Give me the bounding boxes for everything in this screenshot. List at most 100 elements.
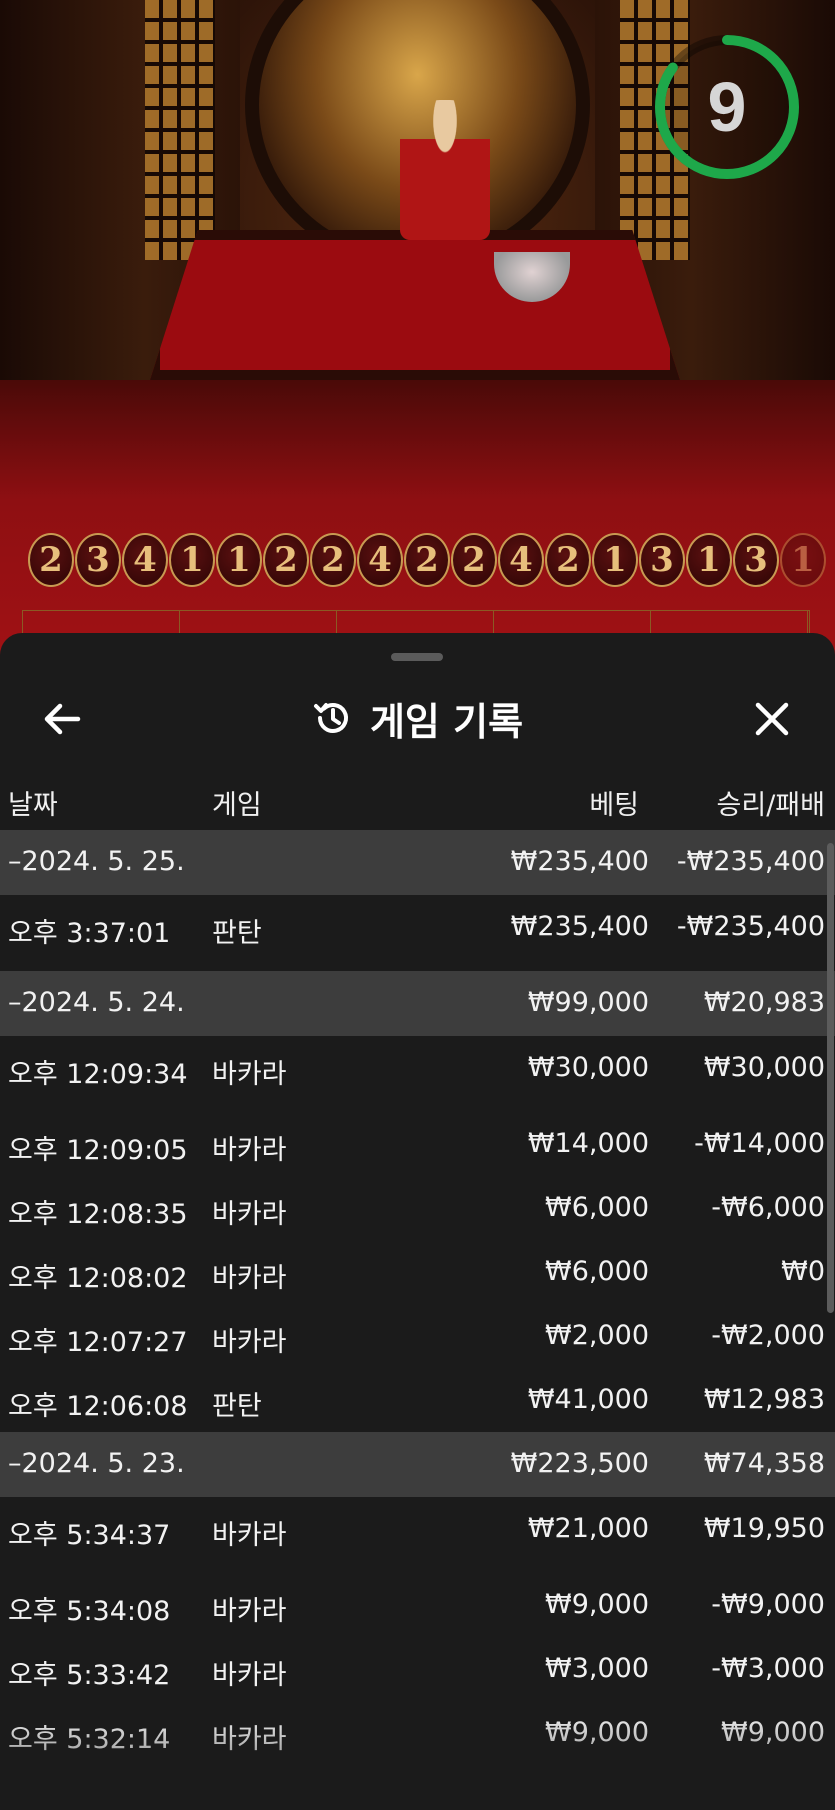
history-row[interactable]: 오후 12:07:27 바카라 ₩2,000 -₩2,000 (0, 1304, 835, 1368)
road-ball: 2 (451, 533, 497, 587)
cell-bet: ₩21,000 (527, 1513, 649, 1544)
cell-bet: ₩9,000 (545, 1717, 649, 1748)
cell-result: ₩0 (781, 1256, 825, 1287)
cell-game: 판탄 (212, 918, 262, 949)
cell-result: ₩20,983 (703, 987, 825, 1018)
column-bet: 베팅 (589, 790, 639, 821)
road-ball: 2 (28, 533, 74, 587)
cell-result: ₩19,950 (703, 1513, 825, 1544)
cell-date: 오후 5:34:37 (8, 1520, 171, 1551)
cell-game: 바카라 (212, 1660, 287, 1691)
cell-result: ₩9,000 (721, 1717, 825, 1748)
cell-date: 오후 12:09:05 (8, 1135, 188, 1166)
cell-result: -₩235,400 (676, 846, 825, 877)
cell-game: 바카라 (212, 1199, 287, 1230)
cell-result: ₩12,983 (703, 1384, 825, 1415)
history-row[interactable]: 오후 12:08:02 바카라 ₩6,000 ₩0 (0, 1240, 835, 1304)
date-group-row[interactable]: –2024. 5. 25. ₩235,400 -₩235,400 (0, 830, 835, 895)
cell-result: -₩3,000 (711, 1653, 825, 1684)
road-ball: 2 (263, 533, 309, 587)
cell-date: 오후 5:34:08 (8, 1596, 171, 1627)
cell-bet: ₩223,500 (510, 1448, 649, 1479)
date-group-row[interactable]: –2024. 5. 23. ₩223,500 ₩74,358 (0, 1432, 835, 1497)
cell-bet: ₩2,000 (545, 1320, 649, 1351)
cell-date: 오후 3:37:01 (8, 918, 171, 949)
lattice-screen-left (145, 0, 215, 260)
cell-date: 오후 5:32:14 (8, 1724, 171, 1755)
cell-result: ₩74,358 (703, 1448, 825, 1479)
scrollbar[interactable] (827, 843, 834, 1313)
history-row[interactable]: 오후 12:09:05 바카라 ₩14,000 -₩14,000 (0, 1112, 835, 1176)
history-row[interactable]: 오후 5:34:08 바카라 ₩9,000 -₩9,000 (0, 1573, 835, 1637)
history-row[interactable]: 오후 12:08:35 바카라 ₩6,000 -₩6,000 (0, 1176, 835, 1240)
history-table: –2024. 5. 25. ₩235,400 -₩235,400 오후 3:37:01… (0, 830, 835, 1765)
dealer (400, 100, 490, 240)
cell-game: 바카라 (212, 1059, 287, 1090)
cell-game: 바카라 (212, 1263, 287, 1294)
cell-date: –2024. 5. 25. (8, 846, 185, 877)
cell-game: 판탄 (212, 1391, 262, 1422)
road-ball: 4 (498, 533, 544, 587)
road-ball: 3 (75, 533, 121, 587)
history-row[interactable]: 오후 5:34:37 바카라 ₩21,000 ₩19,950 (0, 1497, 835, 1573)
cell-bet: ₩235,400 (510, 846, 649, 877)
road-ball: 4 (122, 533, 168, 587)
cell-bet: ₩6,000 (545, 1192, 649, 1223)
road-ball: 2 (310, 533, 356, 587)
road-ball: 4 (357, 533, 403, 587)
history-row[interactable]: 오후 5:32:14 바카라 ₩9,000 ₩9,000 (0, 1701, 835, 1765)
cell-result: -₩235,400 (676, 911, 825, 942)
cell-bet: ₩3,000 (545, 1653, 649, 1684)
column-game: 게임 (212, 790, 262, 821)
road-ball: 1 (169, 533, 215, 587)
cell-game: 바카라 (212, 1724, 287, 1755)
road-ball: 3 (733, 533, 779, 587)
date-group-row[interactable]: –2024. 5. 24. ₩99,000 ₩20,983 (0, 971, 835, 1036)
cell-bet: ₩14,000 (527, 1128, 649, 1159)
history-row[interactable]: 오후 12:06:08 판탄 ₩41,000 ₩12,983 (0, 1368, 835, 1432)
cell-date: –2024. 5. 24. (8, 987, 185, 1018)
cell-bet: ₩41,000 (527, 1384, 649, 1415)
close-icon (755, 702, 789, 736)
cell-date: 오후 12:07:27 (8, 1327, 188, 1358)
road-ball: 2 (545, 533, 591, 587)
road-ball: 3 (639, 533, 685, 587)
game-history-sheet: 게임 기록 날짜 게임 베팅 승리/패배 –2024. 5. 25. ₩235,4… (0, 633, 835, 1810)
road-ball: 2 (404, 533, 450, 587)
countdown-timer: 9 (652, 32, 802, 182)
cell-result: -₩2,000 (711, 1320, 825, 1351)
table-header: 날짜 게임 베팅 승리/패배 (0, 773, 835, 829)
history-row[interactable]: 오후 3:37:01 판탄 ₩235,400 -₩235,400 (0, 895, 835, 971)
close-button[interactable] (748, 695, 796, 743)
road-ball: 1 (216, 533, 262, 587)
road-ball: 1 (686, 533, 732, 587)
cell-date: 오후 12:08:02 (8, 1263, 188, 1294)
cell-game: 바카라 (212, 1596, 287, 1627)
cell-date: 오후 12:08:35 (8, 1199, 188, 1230)
cell-game: 바카라 (212, 1135, 287, 1166)
column-date: 날짜 (8, 790, 58, 821)
game-table (150, 230, 680, 380)
history-clock-icon (313, 703, 348, 733)
history-row[interactable]: 오후 12:09:34 바카라 ₩30,000 ₩30,000 (0, 1036, 835, 1112)
cell-date: –2024. 5. 23. (8, 1448, 185, 1479)
sheet-title: 게임 기록 (369, 699, 524, 744)
timer-value: 9 (707, 68, 747, 146)
sheet-drag-handle[interactable] (391, 653, 443, 661)
cell-bet: ₩30,000 (527, 1052, 649, 1083)
history-row[interactable]: 오후 5:33:42 바카라 ₩3,000 -₩3,000 (0, 1637, 835, 1701)
road-ball: 1 (780, 533, 826, 587)
cell-result: -₩6,000 (711, 1192, 825, 1223)
cell-date: 오후 5:33:42 (8, 1660, 171, 1691)
cell-date: 오후 12:06:08 (8, 1391, 188, 1422)
cell-game: 바카라 (212, 1520, 287, 1551)
cell-bet: ₩9,000 (545, 1589, 649, 1620)
cell-game: 바카라 (212, 1327, 287, 1358)
sheet-header: 게임 기록 (0, 673, 835, 763)
cell-bet: ₩235,400 (510, 911, 649, 942)
cell-result: ₩30,000 (703, 1052, 825, 1083)
cell-result: -₩14,000 (694, 1128, 825, 1159)
road-ball: 1 (592, 533, 638, 587)
cell-result: -₩9,000 (711, 1589, 825, 1620)
column-result: 승리/패배 (716, 790, 825, 821)
